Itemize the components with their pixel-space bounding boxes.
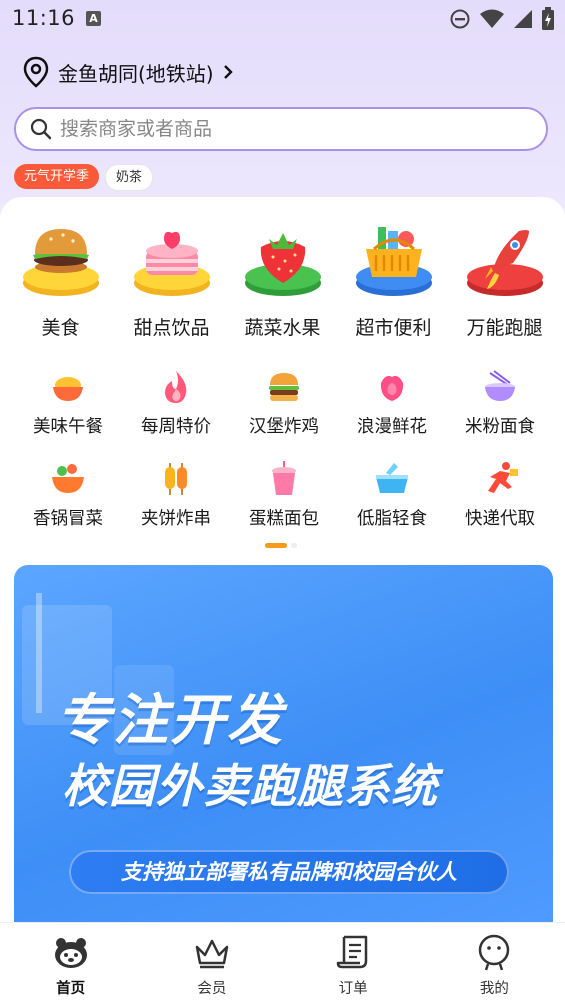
category-light-meal[interactable]: 低脂轻食 bbox=[338, 459, 446, 530]
skewer-icon bbox=[165, 463, 187, 495]
secondary-category-row-2: 香锅冒菜 夹饼炸串 蛋糕面包 低脂轻食 快递代取 bbox=[14, 459, 554, 530]
rice-bowl-icon bbox=[53, 377, 83, 401]
tab-label: 订单 bbox=[338, 981, 368, 997]
status-icons bbox=[449, 7, 555, 31]
burger-icon bbox=[22, 229, 99, 296]
category-label: 米粉面食 bbox=[465, 417, 535, 437]
category-cake-bread[interactable]: 蛋糕面包 bbox=[230, 459, 338, 530]
tab-label: 我的 bbox=[479, 981, 509, 997]
search-icon bbox=[30, 118, 52, 140]
crown-icon bbox=[195, 939, 229, 969]
drink-cup-icon bbox=[272, 461, 296, 495]
category-lunch[interactable]: 美味午餐 bbox=[14, 367, 122, 438]
flame-icon bbox=[165, 371, 187, 403]
status-time: 11:16 bbox=[12, 6, 76, 30]
rose-icon bbox=[380, 375, 404, 401]
tab-home[interactable]: 首页 bbox=[0, 923, 141, 1005]
tab-label: 会员 bbox=[197, 981, 227, 997]
category-label: 蛋糕面包 bbox=[249, 509, 319, 529]
tab-membership[interactable]: 会员 bbox=[141, 923, 282, 1005]
location-pin-icon bbox=[23, 56, 49, 88]
banner-subtitle: 支持独立部署私有品牌和校园合伙人 bbox=[121, 860, 457, 884]
category-label: 每周特价 bbox=[141, 417, 211, 437]
category-flowers[interactable]: 浪漫鲜花 bbox=[338, 367, 446, 438]
wifi-icon bbox=[480, 9, 504, 28]
category-label: 美食 bbox=[41, 317, 80, 339]
strawberry-icon bbox=[244, 233, 321, 296]
category-parcel-pickup[interactable]: 快递代取 bbox=[446, 459, 554, 530]
category-food[interactable]: 美食 bbox=[5, 217, 116, 340]
cake-icon bbox=[133, 231, 210, 296]
category-label: 快递代取 bbox=[465, 509, 535, 529]
category-errands[interactable]: 万能跑腿 bbox=[449, 217, 560, 340]
category-skewers[interactable]: 夹饼炸串 bbox=[122, 459, 230, 530]
signal-icon bbox=[514, 10, 532, 28]
dnd-icon bbox=[450, 9, 470, 29]
category-supermarket[interactable]: 超市便利 bbox=[338, 217, 449, 340]
category-burger-chicken[interactable]: 汉堡炸鸡 bbox=[230, 367, 338, 438]
hot-tags: 元气开学季 奶茶 bbox=[14, 164, 154, 191]
category-hotpot[interactable]: 香锅冒菜 bbox=[14, 459, 122, 530]
category-label: 超市便利 bbox=[355, 317, 432, 339]
hotpot-icon bbox=[52, 464, 84, 493]
category-label: 浪漫鲜花 bbox=[357, 417, 427, 437]
promo-banner[interactable]: 专注开发 校园外卖跑腿系统 支持独立部署私有品牌和校园合伙人 bbox=[14, 565, 553, 927]
noodle-bowl-icon bbox=[485, 370, 515, 401]
location-text: 金鱼胡同(地铁站) bbox=[58, 61, 214, 86]
secondary-category-row-1: 美味午餐 每周特价 汉堡炸鸡 浪漫鲜花 米粉面食 bbox=[14, 367, 554, 438]
pager-dot-active bbox=[265, 543, 287, 548]
banner-subtitle-pill: 支持独立部署私有品牌和校园合伙人 bbox=[69, 850, 509, 894]
hamburger-icon bbox=[269, 373, 299, 401]
profile-icon bbox=[479, 934, 510, 971]
category-fruit-veg[interactable]: 蔬菜水果 bbox=[227, 217, 338, 340]
category-label: 万能跑腿 bbox=[466, 317, 543, 339]
tag-promo[interactable]: 元气开学季 bbox=[14, 164, 100, 189]
banner-title-line2: 校园外卖跑腿系统 bbox=[62, 759, 438, 813]
location-selector[interactable]: 金鱼胡同(地铁站) bbox=[22, 55, 234, 89]
primary-category-row: 美食 甜点饮品 蔬菜水果 超市便利 万能跑腿 bbox=[5, 217, 560, 340]
tab-label: 首页 bbox=[56, 981, 86, 997]
search-input[interactable] bbox=[58, 117, 522, 141]
category-dessert-drinks[interactable]: 甜点饮品 bbox=[116, 217, 227, 340]
bottom-tab-bar: 首页 会员 订单 我的 bbox=[0, 922, 565, 1005]
category-label: 汉堡炸鸡 bbox=[249, 417, 319, 437]
category-label: 香锅冒菜 bbox=[33, 509, 103, 529]
category-noodles[interactable]: 米粉面食 bbox=[446, 367, 554, 438]
banner-title-line1: 专注开发 bbox=[56, 688, 285, 752]
tab-profile[interactable]: 我的 bbox=[424, 923, 565, 1005]
order-scroll-icon bbox=[336, 935, 368, 969]
status-bar: 11:16 A bbox=[0, 0, 565, 40]
category-weekly-deals[interactable]: 每周特价 bbox=[122, 367, 230, 438]
category-pager bbox=[265, 543, 297, 548]
rocket-icon bbox=[466, 230, 543, 296]
pager-dot bbox=[291, 543, 297, 548]
tag-milk-tea[interactable]: 奶茶 bbox=[105, 164, 154, 191]
home-mascot-icon bbox=[54, 938, 87, 968]
battery-icon bbox=[542, 7, 554, 30]
category-label: 甜点饮品 bbox=[133, 317, 210, 339]
basket-icon bbox=[355, 227, 432, 296]
category-label: 低脂轻食 bbox=[357, 509, 427, 529]
salad-box-icon bbox=[376, 463, 408, 493]
category-label: 美味午餐 bbox=[33, 417, 103, 437]
category-label: 夹饼炸串 bbox=[141, 509, 211, 529]
search-bar[interactable] bbox=[14, 107, 548, 151]
chevron-right-icon bbox=[223, 65, 233, 79]
tab-orders[interactable]: 订单 bbox=[283, 923, 424, 1005]
notification-app-icon: A bbox=[86, 11, 101, 26]
runner-icon bbox=[488, 462, 518, 493]
category-label: 蔬菜水果 bbox=[244, 317, 321, 339]
